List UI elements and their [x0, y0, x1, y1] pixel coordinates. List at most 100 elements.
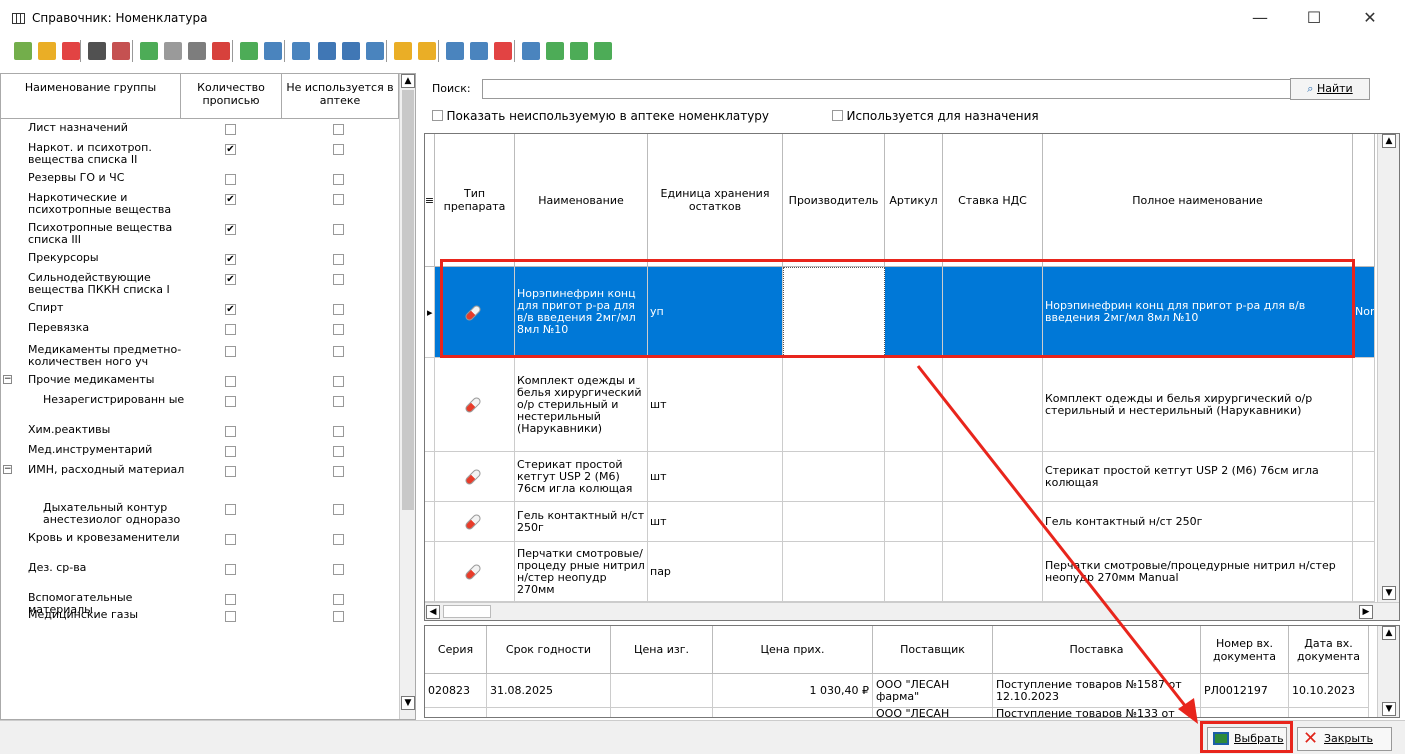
qty-words-checkbox[interactable] — [225, 396, 236, 407]
unused-checkbox[interactable] — [333, 426, 344, 437]
unused-checkbox[interactable] — [333, 324, 344, 335]
star-icon[interactable] — [418, 42, 436, 60]
select-button[interactable]: Выбрать — [1207, 727, 1287, 751]
tree-item[interactable]: Мед.инструментарий — [1, 444, 399, 464]
unused-checkbox[interactable] — [333, 396, 344, 407]
qty-words-checkbox[interactable]: ✔ — [225, 274, 236, 285]
qty-words-checkbox[interactable] — [225, 174, 236, 185]
unused-checkbox[interactable] — [333, 504, 344, 515]
qty-words-checkbox[interactable] — [225, 611, 236, 622]
report2-icon[interactable] — [594, 42, 612, 60]
scroll-thumb[interactable] — [402, 90, 414, 510]
col-extra[interactable] — [1353, 134, 1375, 267]
tree-item[interactable]: Прекурсоры ✔ — [1, 252, 399, 272]
tree-item[interactable]: Медицинские газы — [1, 609, 399, 629]
manufacturer-cell[interactable] — [783, 267, 885, 357]
used-for-assign-option[interactable]: Используется для назначения — [832, 109, 1039, 123]
star-add-icon[interactable] — [394, 42, 412, 60]
tree-item[interactable]: Перевязка — [1, 322, 399, 344]
tree-item[interactable]: Медикаменты предметно-количествен ного у… — [1, 344, 399, 374]
add-group-icon[interactable] — [14, 42, 32, 60]
tree-item[interactable]: Лист назначений — [1, 122, 399, 142]
col-type[interactable]: Тип препарата — [435, 134, 515, 267]
find-button[interactable]: ⌕ Найти — [1290, 78, 1370, 100]
scroll-down-icon[interactable]: ▼ — [401, 696, 415, 710]
filter-icon[interactable] — [264, 42, 282, 60]
batch-row[interactable]: ООО "ЛЕСАН Поступление товаров №133 от — [425, 708, 1369, 717]
tree-item[interactable]: Резервы ГО и ЧС — [1, 172, 399, 192]
export-icon[interactable] — [366, 42, 384, 60]
col-expiry[interactable]: Срок годности — [487, 626, 611, 674]
col-article[interactable]: Артикул — [885, 134, 943, 267]
add-icon[interactable] — [140, 42, 158, 60]
show-unused-option[interactable]: Показать неиспользуемую в аптеке номенкл… — [432, 109, 769, 123]
col-supplier[interactable]: Поставщик — [873, 626, 993, 674]
qty-words-checkbox[interactable] — [225, 324, 236, 335]
lower-vscrollbar[interactable]: ▲ ▼ — [1377, 626, 1399, 717]
report-icon[interactable] — [570, 42, 588, 60]
tree-expander-icon[interactable]: − — [3, 465, 12, 474]
grid-row[interactable]: Перчатки смотровые/процеду рные нитрил н… — [425, 542, 1375, 602]
grid-row[interactable]: ▸ Норэпинефрин конц для пригот р-ра для в… — [425, 267, 1375, 358]
tree-item[interactable]: Наркотические и психотропные вещества ✔ — [1, 192, 399, 222]
unused-checkbox[interactable] — [333, 594, 344, 605]
col-full-name[interactable]: Полное наименование — [1043, 134, 1353, 267]
search-input[interactable] — [482, 79, 1308, 99]
col-unused[interactable]: Не используется в аптеке — [282, 74, 399, 119]
tree-item[interactable]: Спирт ✔ — [1, 302, 399, 322]
tree-item[interactable]: − ИМН, расходный материал — [1, 464, 399, 502]
qty-words-checkbox[interactable]: ✔ — [225, 194, 236, 205]
unused-checkbox[interactable] — [333, 194, 344, 205]
qty-words-checkbox[interactable] — [225, 564, 236, 575]
tree-expander-icon[interactable]: − — [3, 375, 12, 384]
scroll-down-icon[interactable]: ▼ — [1382, 702, 1396, 716]
sort-icon[interactable] — [88, 42, 106, 60]
col-price-mfr[interactable]: Цена изг. — [611, 626, 713, 674]
qty-words-checkbox[interactable] — [225, 466, 236, 477]
hscroll-thumb[interactable] — [443, 605, 491, 618]
col-doc-date[interactable]: Дата вх. документа — [1289, 626, 1369, 674]
col-group-name[interactable]: Наименование группы — [1, 74, 181, 119]
scroll-right-icon[interactable]: ▶ — [1359, 605, 1373, 619]
unused-checkbox[interactable] — [333, 304, 344, 315]
col-series[interactable]: Серия — [425, 626, 487, 674]
tree-item[interactable]: Дыхательный контур анестезиолог одноразо — [1, 502, 399, 532]
unused-checkbox[interactable] — [333, 611, 344, 622]
qty-words-checkbox[interactable] — [225, 124, 236, 135]
minimize-button[interactable]: — — [1240, 4, 1280, 32]
col-price-in[interactable]: Цена прих. — [713, 626, 873, 674]
qty-words-checkbox[interactable] — [225, 594, 236, 605]
col-vat[interactable]: Ставка НДС — [943, 134, 1043, 267]
arrow-right-icon[interactable] — [342, 42, 360, 60]
maximize-button[interactable]: ☐ — [1294, 4, 1334, 32]
tree-item[interactable]: Незарегистрированн ые — [1, 394, 399, 424]
qty-words-checkbox[interactable]: ✔ — [225, 144, 236, 155]
grid-row[interactable]: Гель контактный н/ст 250г шт Гель контактн… — [425, 502, 1375, 542]
qty-words-checkbox[interactable]: ✔ — [225, 254, 236, 265]
close-button[interactable]: ✕ Закрыть — [1297, 727, 1392, 751]
qty-words-checkbox[interactable] — [225, 504, 236, 515]
unused-checkbox[interactable] — [333, 124, 344, 135]
unused-checkbox[interactable] — [333, 224, 344, 235]
qty-words-checkbox[interactable]: ✔ — [225, 304, 236, 315]
refresh-icon[interactable] — [240, 42, 258, 60]
col-doc-no[interactable]: Номер вх. документа — [1201, 626, 1289, 674]
arrow-left-icon[interactable] — [318, 42, 336, 60]
add-folder-icon[interactable] — [38, 42, 56, 60]
tree-item[interactable]: − Прочие медикаменты — [1, 374, 399, 394]
unused-checkbox[interactable] — [333, 346, 344, 357]
tree-item[interactable]: Кровь и кровезаменители — [1, 532, 399, 562]
print-icon[interactable] — [522, 42, 540, 60]
filter-set-icon[interactable] — [446, 42, 464, 60]
unused-checkbox[interactable] — [333, 274, 344, 285]
show-unused-checkbox[interactable] — [432, 110, 443, 121]
copy-icon[interactable] — [164, 42, 182, 60]
tree-item[interactable]: Психотропные вещества списка III ✔ — [1, 222, 399, 252]
unused-checkbox[interactable] — [333, 446, 344, 457]
scroll-up-icon[interactable]: ▲ — [1382, 134, 1396, 148]
grid-row[interactable]: Комплект одежды и белья хирургический о/… — [425, 358, 1375, 452]
group-tree-scrollbar[interactable]: ▲ ▼ — [399, 74, 415, 719]
scroll-up-icon[interactable]: ▲ — [1382, 626, 1396, 640]
excel-icon[interactable] — [546, 42, 564, 60]
tree-item[interactable]: Наркот. и психотроп. вещества списка II ✔ — [1, 142, 399, 172]
